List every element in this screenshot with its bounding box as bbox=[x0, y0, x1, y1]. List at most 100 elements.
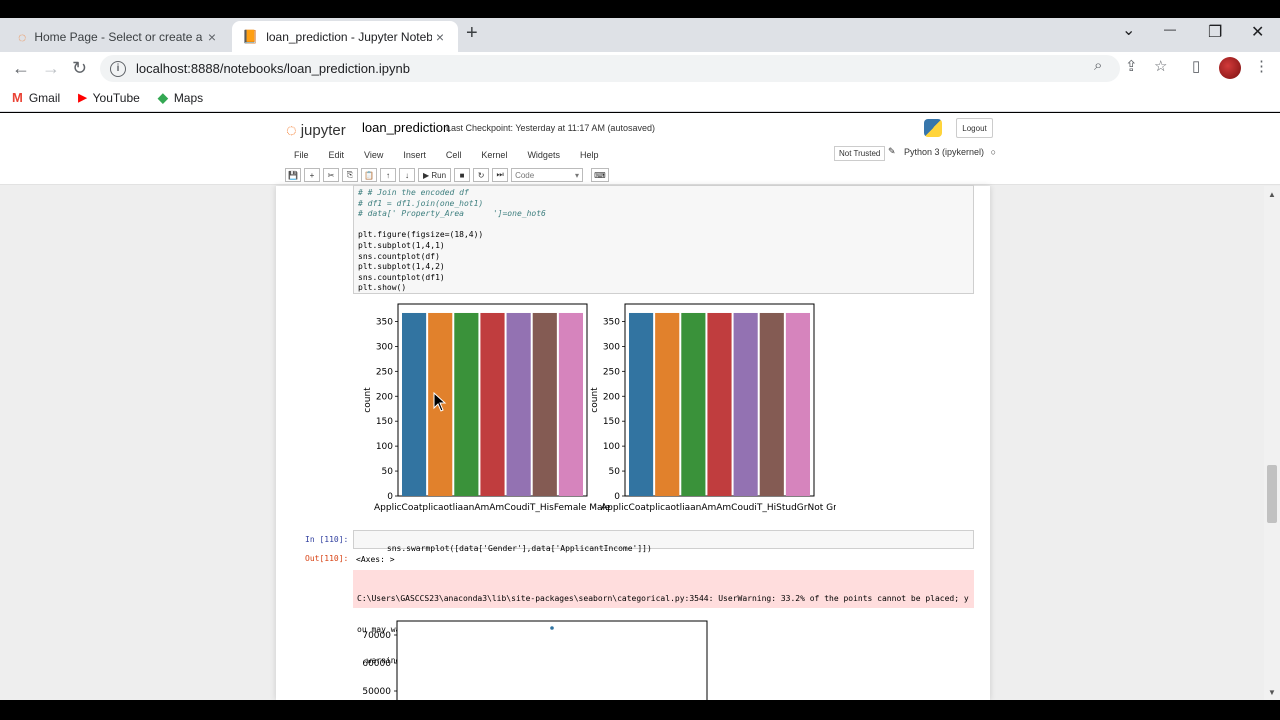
output-prompt: Out[110]: bbox=[305, 554, 349, 563]
bookmark-star-icon[interactable]: ☆ bbox=[1154, 57, 1167, 75]
jupyter-logo-icon: ◌ bbox=[286, 120, 297, 140]
menu-icon[interactable]: ⋮ bbox=[1254, 57, 1269, 75]
forward-icon[interactable]: → bbox=[42, 58, 60, 79]
code-cell-input[interactable]: sns.swarmplot([data['Gender'],data['Appl… bbox=[353, 530, 974, 553]
y-tick-label: 200 bbox=[376, 392, 393, 402]
notebook-container: # # Join the encoded df # df1 = df1.join(… bbox=[276, 185, 990, 700]
bar bbox=[629, 312, 654, 496]
url-text: localhost:8888/notebooks/loan_prediction… bbox=[136, 61, 410, 76]
kernel-indicator: Python 3 (ipykernel) ○ bbox=[904, 147, 996, 157]
y-tick-label: 350 bbox=[603, 317, 620, 327]
copy-button[interactable]: ⎘ bbox=[342, 168, 358, 182]
menu-kernel[interactable]: Kernel bbox=[481, 150, 507, 160]
kernel-name: Python 3 (ipykernel) bbox=[904, 147, 985, 157]
restart-run-button[interactable]: ⏭ bbox=[492, 168, 509, 182]
menu-file[interactable]: File bbox=[294, 150, 309, 160]
youtube-icon: ▶ bbox=[78, 92, 87, 104]
checkpoint-status: Last Checkpoint: Yesterday at 11:17 AM (… bbox=[446, 123, 655, 133]
bookmarks-bar: M Gmail ▶ YouTube ◆ Maps bbox=[0, 84, 1280, 112]
y-tick-label: 300 bbox=[376, 342, 393, 352]
menu-cell[interactable]: Cell bbox=[446, 150, 462, 160]
paste-button[interactable]: 📋 bbox=[361, 168, 377, 182]
bar bbox=[733, 312, 758, 496]
bookmark-youtube[interactable]: ▶ YouTube bbox=[78, 91, 140, 105]
y-tick-label: 250 bbox=[603, 367, 620, 377]
reload-icon[interactable]: ↻ bbox=[72, 58, 87, 79]
y-tick-label: 50 bbox=[609, 467, 621, 477]
close-tab-icon[interactable]: × bbox=[204, 29, 220, 45]
menu-insert[interactable]: Insert bbox=[403, 150, 426, 160]
zoom-icon[interactable]: ⌕ bbox=[1094, 57, 1102, 74]
new-tab-button[interactable]: + bbox=[466, 22, 478, 45]
code-cell-input[interactable]: # # Join the encoded df # df1 = df1.join(… bbox=[353, 185, 974, 294]
tab-title: Home Page - Select or create a n bbox=[34, 29, 204, 44]
tab-loan-prediction[interactable]: 📙 loan_prediction - Jupyter Noteb × bbox=[232, 21, 458, 52]
save-button[interactable]: 💾 bbox=[285, 168, 301, 182]
tab-search-icon[interactable]: ⌄ bbox=[1122, 20, 1135, 40]
page-scrollbar[interactable]: ▲ ▼ bbox=[1264, 186, 1280, 700]
code-line: plt.figure(figsize=(18,4)) bbox=[358, 230, 484, 240]
side-panel-icon[interactable]: ▯ bbox=[1192, 57, 1200, 75]
move-down-button[interactable]: ↓ bbox=[399, 168, 415, 182]
bookmark-label: Gmail bbox=[28, 90, 61, 105]
minimize-icon[interactable]: — bbox=[1164, 22, 1176, 36]
move-up-button[interactable]: ↑ bbox=[380, 168, 396, 182]
notebook-toolbar: 💾 + ✂ ⎘ 📋 ↑ ↓ ▶ Run ■ ↻ ⏭ Code ▾ ⌨ bbox=[285, 167, 612, 183]
menu-widgets[interactable]: Widgets bbox=[527, 150, 560, 160]
bookmark-gmail[interactable]: M Gmail bbox=[12, 90, 60, 105]
restart-button[interactable]: ↻ bbox=[473, 168, 490, 182]
avatar[interactable] bbox=[1219, 57, 1241, 79]
restore-icon[interactable]: ❐ bbox=[1208, 22, 1222, 42]
bookmark-label: YouTube bbox=[92, 90, 140, 105]
menu-help[interactable]: Help bbox=[580, 150, 599, 160]
tab-home-page[interactable]: ◌ Home Page - Select or create a n × bbox=[8, 21, 230, 52]
close-window-icon[interactable]: ✕ bbox=[1251, 22, 1264, 42]
y-tick-label: 70000 bbox=[362, 631, 391, 641]
share-icon[interactable]: ⇪ bbox=[1125, 57, 1138, 75]
cut-button[interactable]: ✂ bbox=[323, 168, 339, 182]
cell-type-select[interactable]: Code ▾ bbox=[511, 168, 584, 182]
scroll-down-icon[interactable]: ▼ bbox=[1268, 688, 1276, 697]
url-input[interactable]: i localhost:8888/notebooks/loan_predicti… bbox=[100, 55, 1120, 82]
scroll-up-icon[interactable]: ▲ bbox=[1268, 190, 1276, 199]
command-palette-button[interactable]: ⌨ bbox=[591, 168, 609, 182]
x-tick-labels: ApplicCoatplicaotliaanAmAmCoudiT_HisFema… bbox=[374, 503, 611, 513]
y-axis-label: count bbox=[590, 387, 600, 413]
notebook-name[interactable]: loan_prediction bbox=[362, 120, 450, 135]
countplot-figure: 0 50 100 150 200 250 300 350 count ApplicCoatplic… bbox=[363, 303, 836, 513]
bar bbox=[759, 312, 784, 496]
site-info-icon[interactable]: i bbox=[110, 60, 126, 77]
close-tab-icon[interactable]: × bbox=[432, 29, 448, 45]
stderr-output: C:\Users\GASCCS23\anaconda3\lib\site-pac… bbox=[353, 570, 974, 665]
address-bar: ← → ↻ i localhost:8888/notebooks/loan_pr… bbox=[0, 52, 1280, 84]
countplot-axes: 0 50 100 150 200 250 300 350 count ApplicCoatplic… bbox=[590, 303, 836, 513]
code-line: sns.countplot(df1) bbox=[358, 272, 445, 282]
code-line: plt.subplot(1,4,2) bbox=[358, 262, 445, 272]
back-icon[interactable]: ← bbox=[12, 58, 30, 79]
scroll-thumb[interactable] bbox=[1267, 465, 1277, 523]
menu-edit[interactable]: Edit bbox=[329, 150, 345, 160]
add-cell-button[interactable]: + bbox=[304, 168, 320, 182]
x-tick-labels: ApplicCoatplicaotliaanAmAmCoudiT_HiStudG… bbox=[601, 503, 836, 513]
logout-button[interactable]: Logout bbox=[956, 118, 993, 138]
jupyter-tab-icon: ◌ bbox=[18, 28, 27, 45]
code-line: plt.subplot(1,4,1) bbox=[358, 240, 445, 250]
y-tick-label: 100 bbox=[603, 442, 620, 452]
bar bbox=[532, 312, 557, 496]
stop-button[interactable]: ■ bbox=[454, 168, 471, 182]
jupyter-logo[interactable]: ◌ jupyter bbox=[286, 120, 346, 141]
menu-view[interactable]: View bbox=[364, 150, 383, 160]
axes-frame bbox=[396, 620, 708, 700]
page-viewport: ◌ jupyter loan_prediction Last Checkpoin… bbox=[0, 113, 1280, 700]
not-trusted-button[interactable]: Not Trusted bbox=[834, 146, 886, 161]
bookmark-maps[interactable]: ◆ Maps bbox=[158, 90, 203, 106]
y-tick-label: 0 bbox=[387, 492, 393, 502]
y-axis-label: count bbox=[363, 387, 373, 413]
jupyter-header: ◌ jupyter loan_prediction Last Checkpoin… bbox=[0, 113, 1280, 185]
bar bbox=[506, 312, 531, 496]
edit-pencil-icon[interactable]: ✎ bbox=[888, 146, 896, 157]
swarmplot-figure: 50000 60000 70000 bbox=[362, 620, 708, 700]
y-tick-label: 50 bbox=[382, 467, 394, 477]
run-button[interactable]: ▶ Run bbox=[418, 168, 452, 182]
